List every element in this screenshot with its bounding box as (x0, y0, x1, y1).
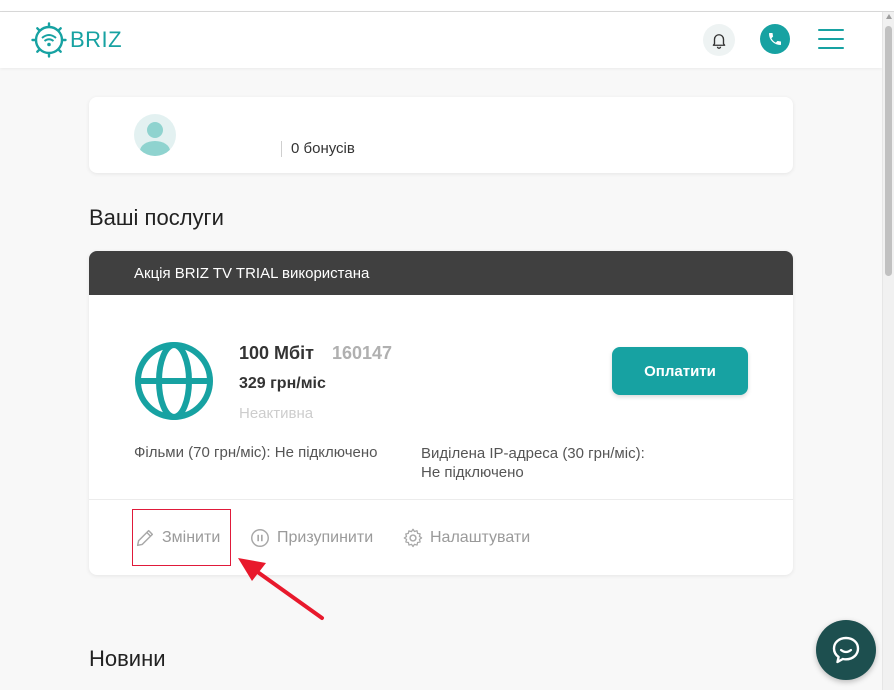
pause-button[interactable]: Призупинити (249, 527, 373, 549)
gear-icon (403, 528, 423, 548)
pause-icon (251, 529, 269, 547)
notifications-button[interactable] (703, 24, 735, 56)
logo-text: BRIZ (70, 27, 123, 52)
promo-text: Акція BRIZ TV TRIAL використана (134, 265, 370, 282)
call-button[interactable] (760, 24, 790, 54)
plan-price: 329 грн/міс (239, 375, 326, 392)
chat-button[interactable] (816, 620, 876, 680)
scroll-thumb[interactable] (885, 26, 892, 276)
card-divider (89, 499, 793, 500)
promo-banner: Акція BRIZ TV TRIAL використана (89, 251, 793, 295)
profile-card: 0 бонусів (89, 97, 793, 173)
films-option: Фільми (70 грн/міс): Не підключено (134, 444, 378, 461)
scroll-up-icon[interactable] (886, 14, 892, 19)
hamburger-menu-icon[interactable] (818, 29, 844, 51)
user-avatar-icon[interactable] (134, 114, 176, 156)
annotation-arrow-icon (238, 558, 324, 620)
bonus-balance: 0 бонусів (281, 141, 355, 157)
settings-button[interactable]: Налаштувати (402, 527, 530, 549)
services-title: Ваші послуги (89, 205, 224, 230)
pay-button[interactable]: Оплатити (612, 347, 748, 395)
contract-number: 160147 (332, 343, 393, 363)
plan-speed: 100 Мбіт (239, 343, 314, 363)
briz-logo[interactable]: BRIZ (31, 22, 122, 58)
pause-label: Призупинити (277, 529, 374, 546)
page-scrollbar[interactable] (882, 12, 894, 690)
phone-icon (769, 33, 781, 45)
browser-top-edge (0, 0, 894, 12)
ip-option: Виділена IP-адреса (30 грн/міс): Не підк… (421, 444, 681, 482)
bell-icon (712, 34, 726, 49)
site-header: BRIZ (0, 12, 882, 68)
ip-option-label: Виділена IP-адреса (30 грн/міс): (421, 445, 645, 462)
plan-status: Неактивна (239, 405, 314, 422)
ip-option-status: Не підключено (421, 464, 524, 481)
settings-label: Налаштувати (430, 529, 531, 546)
wifi-globe-icon (31, 22, 67, 58)
news-title: Новини (89, 646, 166, 671)
highlight-box (132, 509, 231, 566)
chat-bubble-icon (832, 636, 860, 664)
globe-icon (135, 342, 213, 420)
